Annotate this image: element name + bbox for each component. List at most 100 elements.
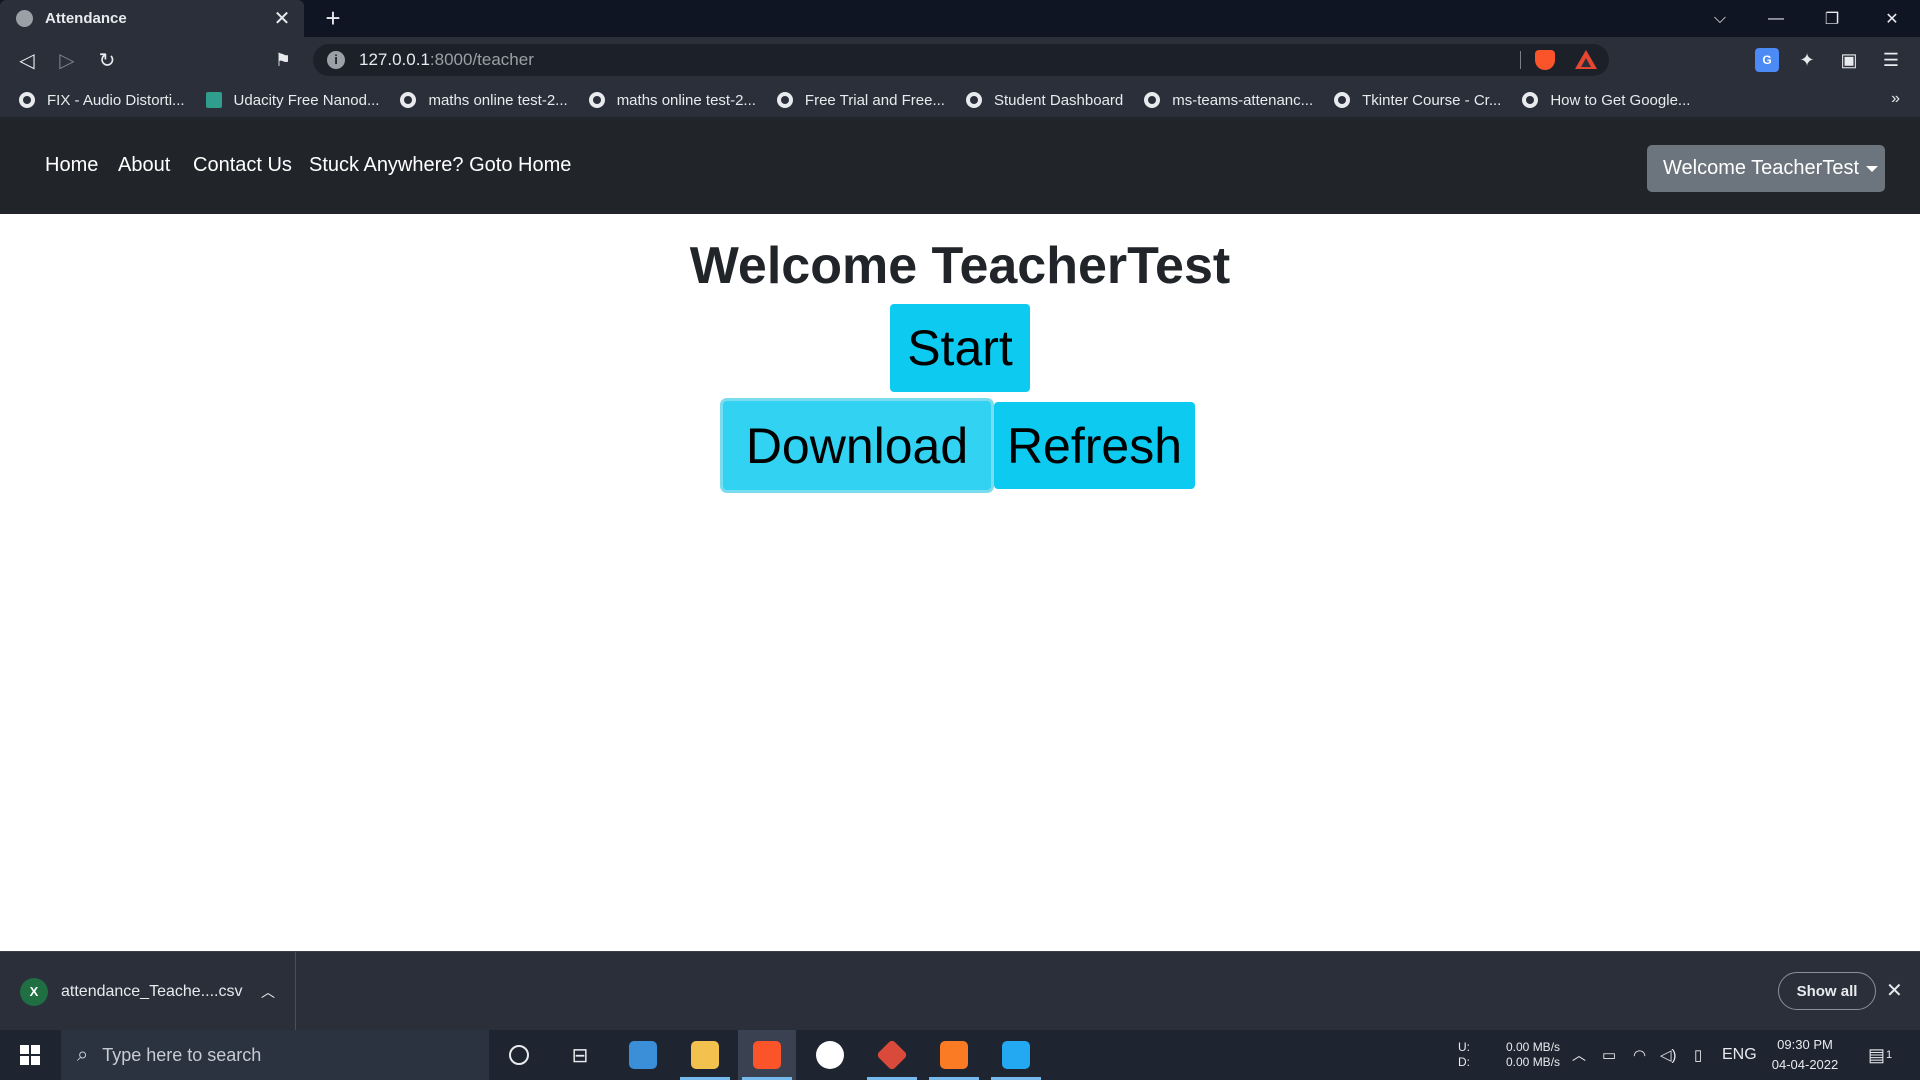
nav-stuck-goto-home[interactable]: Stuck Anywhere? Goto Home [309,153,571,177]
show-all-button[interactable]: Show all [1778,972,1876,1010]
bookmark-item[interactable]: maths online test-2... [400,91,568,109]
close-window-button[interactable]: ✕ [1864,0,1920,37]
restore-button[interactable]: ❐ [1804,0,1860,37]
vscode-icon[interactable] [987,1030,1045,1080]
clock-date: 04-04-2022 [1771,1057,1839,1072]
close-downloads-icon[interactable]: ✕ [1886,978,1903,1003]
brave-shields-icon[interactable] [1535,50,1555,70]
bookmark-item[interactable]: Student Dashboard [965,91,1124,109]
downloads-bar: X attendance_Teache....csv ︿ Show all ✕ [0,951,1920,1031]
start-button[interactable]: Start [890,304,1030,392]
remote-desktop-icon[interactable] [614,1030,672,1080]
windows-logo-icon [20,1045,40,1065]
site-navbar: Home About Contact Us Stuck Anywhere? Go… [0,117,1920,214]
translate-extension-icon[interactable]: G [1755,48,1779,72]
language-indicator[interactable]: ENG [1722,1030,1757,1080]
bookmark-label: Udacity Free Nanod... [233,91,380,109]
brave-rewards-icon-inner [1581,58,1591,67]
notifications-icon[interactable]: ▤ 1 [1868,1030,1892,1080]
url-path: :8000/teacher [429,50,534,69]
excel-file-icon: X [20,977,48,1006]
cortana-icon[interactable] [490,1030,548,1080]
minimize-button[interactable]: — [1748,0,1804,37]
globe-icon [1334,92,1351,108]
udacity-icon [205,92,222,108]
net-speed-values: 0.00 MB/s 0.00 MB/s [1506,1030,1560,1080]
globe-icon [776,92,793,108]
forward-icon[interactable]: ▷ [52,45,82,75]
file-explorer-icon[interactable] [676,1030,734,1080]
browser-toolbar: ◁ ▷ ↻ ⚑ i 127.0.0.1:8000/teacher G ✦ ▣ ☰ [0,37,1920,83]
bookmark-item[interactable]: ms-teams-attenanc... [1144,92,1313,109]
whatsapp-icon[interactable] [801,1030,859,1080]
bookmark-item[interactable]: Udacity Free Nanod... [205,91,380,109]
bookmark-item[interactable]: How to Get Google... [1522,92,1690,109]
download-file-name: attendance_Teache....csv [61,982,243,1000]
omnibox-divider [1520,51,1521,69]
bookmark-item[interactable]: Free Trial and Free... [776,92,945,109]
task-view-icon[interactable]: ⊟ [551,1030,609,1080]
reload-icon[interactable]: ↻ [92,45,122,75]
search-icon: ⌕ [77,1043,89,1066]
user-dropdown-label: Welcome TeacherTest [1663,157,1860,179]
xampp-icon[interactable] [925,1030,983,1080]
refresh-button[interactable]: Refresh [994,402,1195,489]
back-icon[interactable]: ◁ [12,45,42,75]
globe-icon [400,92,417,108]
bookmark-label: maths online test-2... [616,91,756,109]
clock[interactable]: 09:30 PM 04-04-2022 [1768,1030,1842,1080]
globe-icon [1522,92,1539,108]
browser-tab-attendance[interactable]: Attendance ✕ [0,0,304,37]
tab-title: Attendance [45,10,127,27]
clock-time: 09:30 PM [1777,1037,1833,1052]
download-button[interactable]: Download [723,401,991,490]
bookmark-label: Student Dashboard [993,91,1124,109]
volume-icon[interactable]: ◁) [1660,1030,1677,1080]
windows-taskbar: ⌕ Type here to search ⊟ U: D: 0.00 MB/s … [0,1030,1920,1080]
globe-icon [16,10,33,27]
bookmark-item[interactable]: maths online test-2... [588,91,756,109]
search-placeholder: Type here to search [102,1044,262,1065]
github-icon [1144,92,1161,108]
globe-icon [588,92,605,108]
extensions-puzzle-icon[interactable]: ✦ [1795,48,1819,72]
tab-close-icon[interactable]: ✕ [272,6,292,31]
user-dropdown-button[interactable]: Welcome TeacherTest [1647,145,1885,192]
globe-icon [965,92,982,108]
menu-icon[interactable]: ☰ [1879,48,1903,72]
brave-browser-icon[interactable] [738,1030,796,1080]
bookmark-item[interactable]: Tkinter Course - Cr... [1334,92,1501,109]
address-bar[interactable]: i 127.0.0.1:8000/teacher [313,44,1609,76]
taskbar-search-box[interactable]: ⌕ Type here to search [61,1030,489,1080]
nav-home[interactable]: Home [45,153,98,177]
notification-count: 1 [1886,1049,1893,1061]
globe-icon [19,92,35,108]
nav-about[interactable]: About [118,153,170,177]
bookmark-label: maths online test-2... [428,91,568,109]
site-info-icon[interactable]: i [327,51,345,69]
windows-start-button[interactable] [0,1030,60,1080]
git-app-icon[interactable] [863,1030,921,1080]
power-icon[interactable]: ▯ [1694,1030,1702,1080]
net-speed-labels: U: D: [1458,1030,1470,1080]
download-item[interactable]: X attendance_Teache....csv ︿ [0,952,296,1031]
nav-contact-us[interactable]: Contact Us [193,153,292,177]
net-upload-label: U: [1458,1040,1470,1054]
new-tab-button[interactable]: + [318,3,348,34]
net-upload-rate: 0.00 MB/s [1506,1040,1561,1054]
caret-down-icon [1866,165,1879,172]
chevron-up-icon[interactable]: ︿ [261,982,275,1002]
page-heading: Welcome TeacherTest [689,237,1231,295]
net-download-label: D: [1458,1055,1470,1069]
browser-tab-strip: Attendance ✕ + ⌵ — ❐ ✕ [0,0,1920,37]
url-host: 127.0.0.1 [359,50,430,69]
tab-search-button[interactable]: ⌵ [1692,0,1748,37]
show-hidden-icons-icon[interactable]: ︿ [1572,1030,1586,1080]
battery-icon[interactable]: ▭ [1602,1030,1616,1080]
wifi-icon[interactable]: ◠ [1633,1030,1646,1080]
wallet-icon[interactable]: ▣ [1837,48,1861,72]
net-download-rate: 0.00 MB/s [1506,1055,1561,1069]
more-bookmarks-icon[interactable]: » [1891,90,1900,108]
bookmark-item[interactable]: FIX - Audio Distorti... [19,92,185,109]
bookmark-icon[interactable]: ⚑ [268,45,298,75]
